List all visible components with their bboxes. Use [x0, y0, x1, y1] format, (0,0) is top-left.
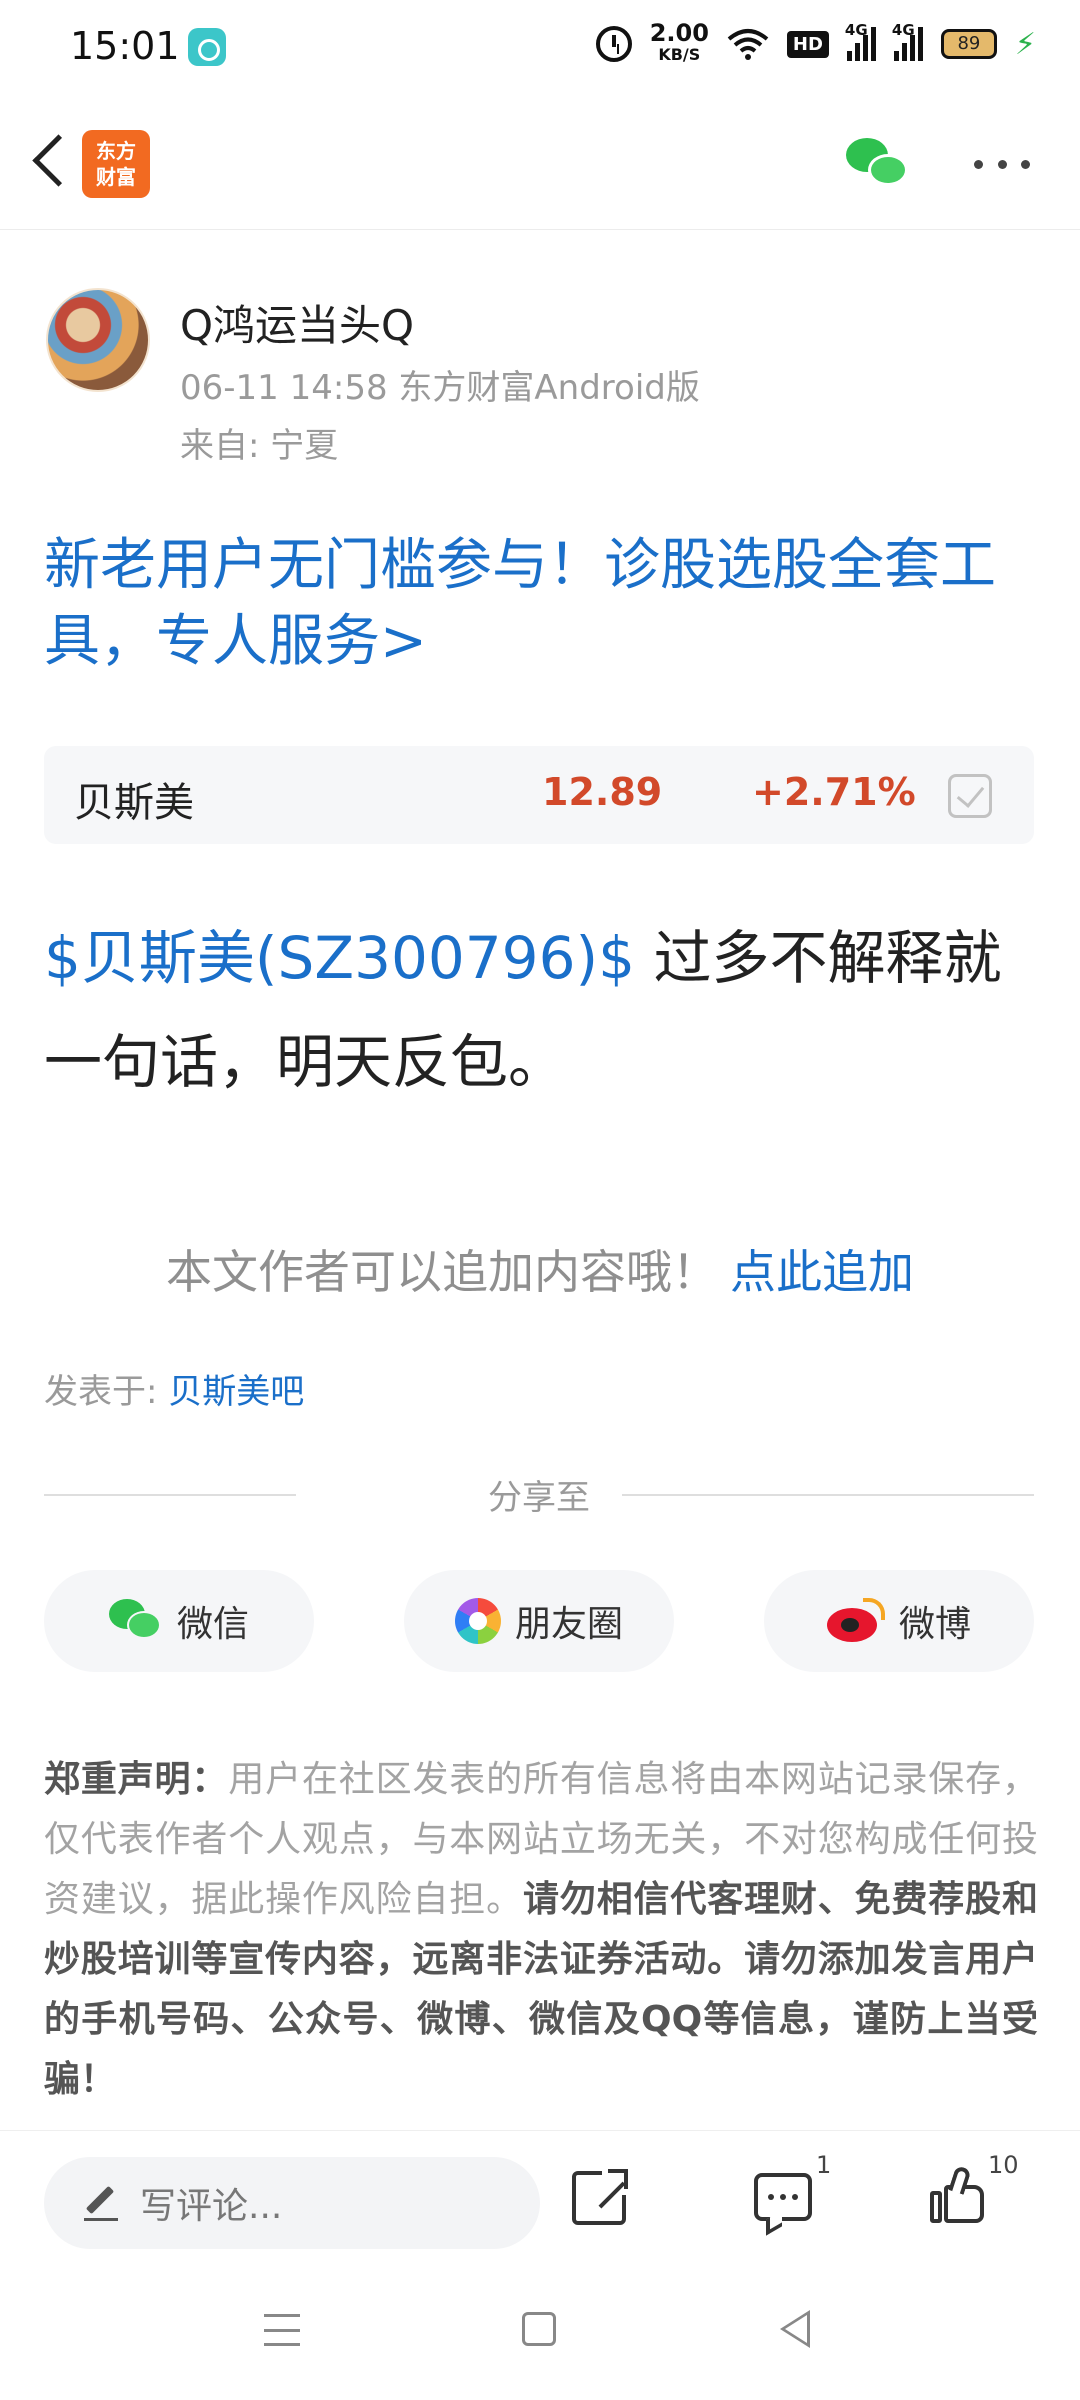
append-prompt: 本文作者可以追加内容哦！ 点此追加 [0, 1236, 1080, 1302]
posted-in-label: 发表于: [44, 1372, 169, 1412]
stock-change: +2.71% [752, 770, 916, 814]
signal-type-2: 4G [891, 21, 915, 39]
posted-in: 发表于: 贝斯美吧 [44, 1364, 304, 1413]
like-count: 10 [988, 2151, 1019, 2179]
alarm-icon [595, 26, 632, 62]
back-icon[interactable] [28, 132, 72, 192]
stock-tag-link[interactable]: $贝斯美(SZ300796)$ [44, 924, 635, 992]
disclaimer: 郑重声明：用户在社区发表的所有信息将由本网站记录保存，仅代表作者个人观点，与本网… [44, 1750, 1038, 2110]
wechat-icon[interactable] [846, 138, 912, 190]
share-wechat-button[interactable]: 微信 [44, 1570, 314, 1672]
stock-name: 贝斯美 [74, 780, 194, 826]
recent-apps-icon[interactable] [264, 2314, 300, 2346]
net-speed-unit: KB/S [658, 45, 701, 64]
signal-icon: 4G [845, 21, 876, 61]
divider-line-right [622, 1494, 1034, 1496]
share-divider: 分享至 [44, 1470, 1034, 1520]
comment-input[interactable]: 写评论... [44, 2157, 540, 2249]
logo-line-2: 财富 [96, 165, 136, 189]
share-wechat-label: 微信 [176, 1604, 249, 1645]
stock-card[interactable]: 贝斯美 12.89 +2.71% [44, 746, 1034, 844]
app-logo: 东方 财富 [82, 130, 150, 198]
status-bar: 15:01 2.00 KB/S HD 4G 4G 89 ⚡ [0, 0, 1080, 96]
top-header: 东方 财富 [0, 96, 1080, 230]
share-weibo-button[interactable]: 微博 [764, 1570, 1034, 1672]
share-icon[interactable] [572, 2167, 630, 2225]
comment-count: 1 [816, 2151, 832, 2179]
post-meta: 06-11 14:58 东方财富Android版 [180, 368, 700, 408]
system-nav-bar [0, 2260, 1080, 2400]
nav-back-icon[interactable] [780, 2310, 810, 2348]
wechat-icon [108, 1599, 163, 1643]
like-icon[interactable] [930, 2165, 988, 2227]
net-speed: 2.00 KB/S [649, 19, 709, 66]
author-name[interactable]: Q鸿运当头Q [180, 292, 414, 353]
status-time: 15:01 [70, 24, 180, 68]
home-icon[interactable] [522, 2312, 556, 2346]
moments-icon [454, 1598, 501, 1644]
add-watchlist-checkbox[interactable] [948, 774, 992, 818]
promo-link[interactable]: 新老用户无门槛参与！诊股选股全套工具，专人服务> [44, 528, 1034, 680]
post-body: $贝斯美(SZ300796)$ 过多不解释就一句话，明天反包。 [44, 906, 1044, 1114]
charging-icon: ⚡ [1014, 26, 1036, 62]
share-moments-label: 朋友圈 [514, 1604, 623, 1645]
bottom-action-bar: 写评论... 1 10 [0, 2130, 1080, 2260]
post-location: 来自: 宁夏 [180, 426, 339, 466]
comment-icon[interactable] [754, 2173, 812, 2221]
comment-placeholder: 写评论... [140, 2186, 283, 2227]
hd-icon: HD [786, 30, 829, 58]
avatar[interactable] [46, 288, 150, 392]
net-speed-value: 2.00 [649, 19, 709, 47]
weibo-icon [826, 1598, 885, 1644]
app-notification-icon [188, 28, 226, 66]
stock-price: 12.89 [542, 770, 663, 814]
signal-icon: 4G [892, 21, 923, 61]
share-moments-button[interactable]: 朋友圈 [404, 1570, 674, 1672]
disclaimer-title: 郑重声明： [44, 1759, 229, 1800]
signal-type-1: 4G [844, 21, 868, 39]
forum-link[interactable]: 贝斯美吧 [168, 1372, 304, 1412]
more-icon[interactable] [974, 156, 1030, 172]
battery-icon: 89 [940, 29, 997, 59]
append-text: 本文作者可以追加内容哦！ [166, 1245, 718, 1299]
pencil-icon [84, 2186, 118, 2221]
append-link[interactable]: 点此追加 [730, 1245, 914, 1299]
status-icons: 2.00 KB/S HD 4G 4G 89 ⚡ [595, 19, 1036, 66]
wifi-icon [727, 29, 769, 60]
share-weibo-label: 微博 [898, 1604, 971, 1645]
logo-line-1: 东方 [96, 139, 136, 163]
